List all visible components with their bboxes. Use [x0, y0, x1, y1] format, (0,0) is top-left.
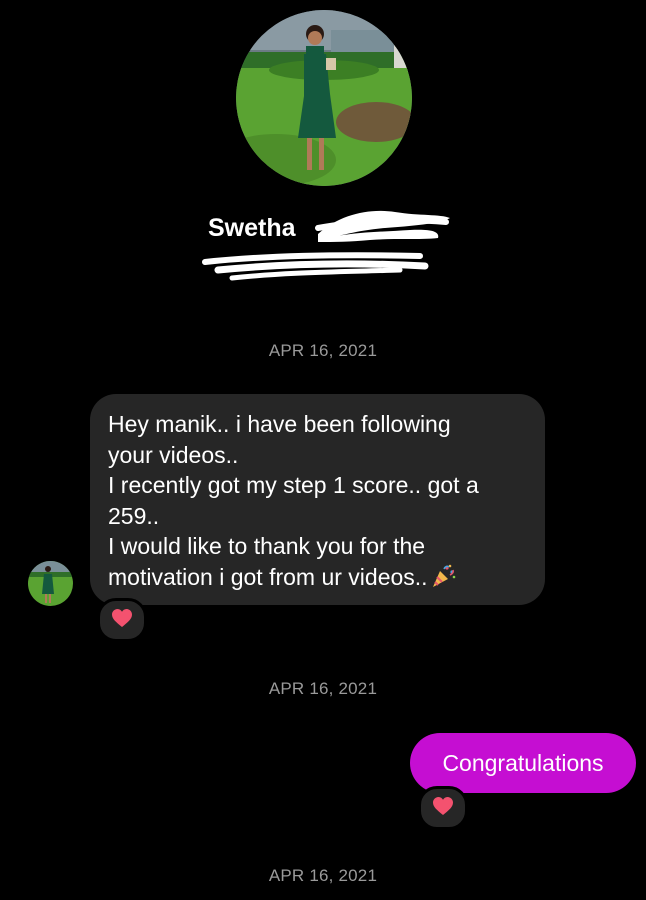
message-line: your videos..: [108, 441, 239, 468]
message-line: Hey manik.. i have been following: [108, 411, 451, 437]
message-line: I would like to thank you for the: [108, 533, 426, 559]
heart-icon: [111, 608, 133, 632]
message-line: I recently got my step 1 score.. got a: [108, 472, 479, 498]
date-separator: APR 16, 2021: [268, 679, 378, 698]
incoming-message-bubble[interactable]: Hey manik.. i have been following your v…: [90, 394, 545, 605]
outgoing-message-bubble[interactable]: Congratulations: [410, 733, 636, 793]
date-separator: APR 16, 2021: [268, 866, 378, 885]
message-reaction[interactable]: [97, 598, 147, 642]
date-separator: APR 16, 2021: [268, 341, 378, 360]
heart-icon: [432, 796, 454, 820]
message-line-text: motivation i got from ur videos..: [108, 563, 428, 590]
party-popper-icon: [430, 563, 456, 597]
profile-name: Swetha: [208, 214, 296, 242]
profile-avatar[interactable]: [236, 10, 412, 186]
message-line: 259..: [108, 502, 160, 529]
message-reaction[interactable]: [418, 786, 468, 830]
message-line-last: motivation i got from ur videos..: [108, 562, 527, 597]
sender-avatar[interactable]: [28, 561, 73, 606]
